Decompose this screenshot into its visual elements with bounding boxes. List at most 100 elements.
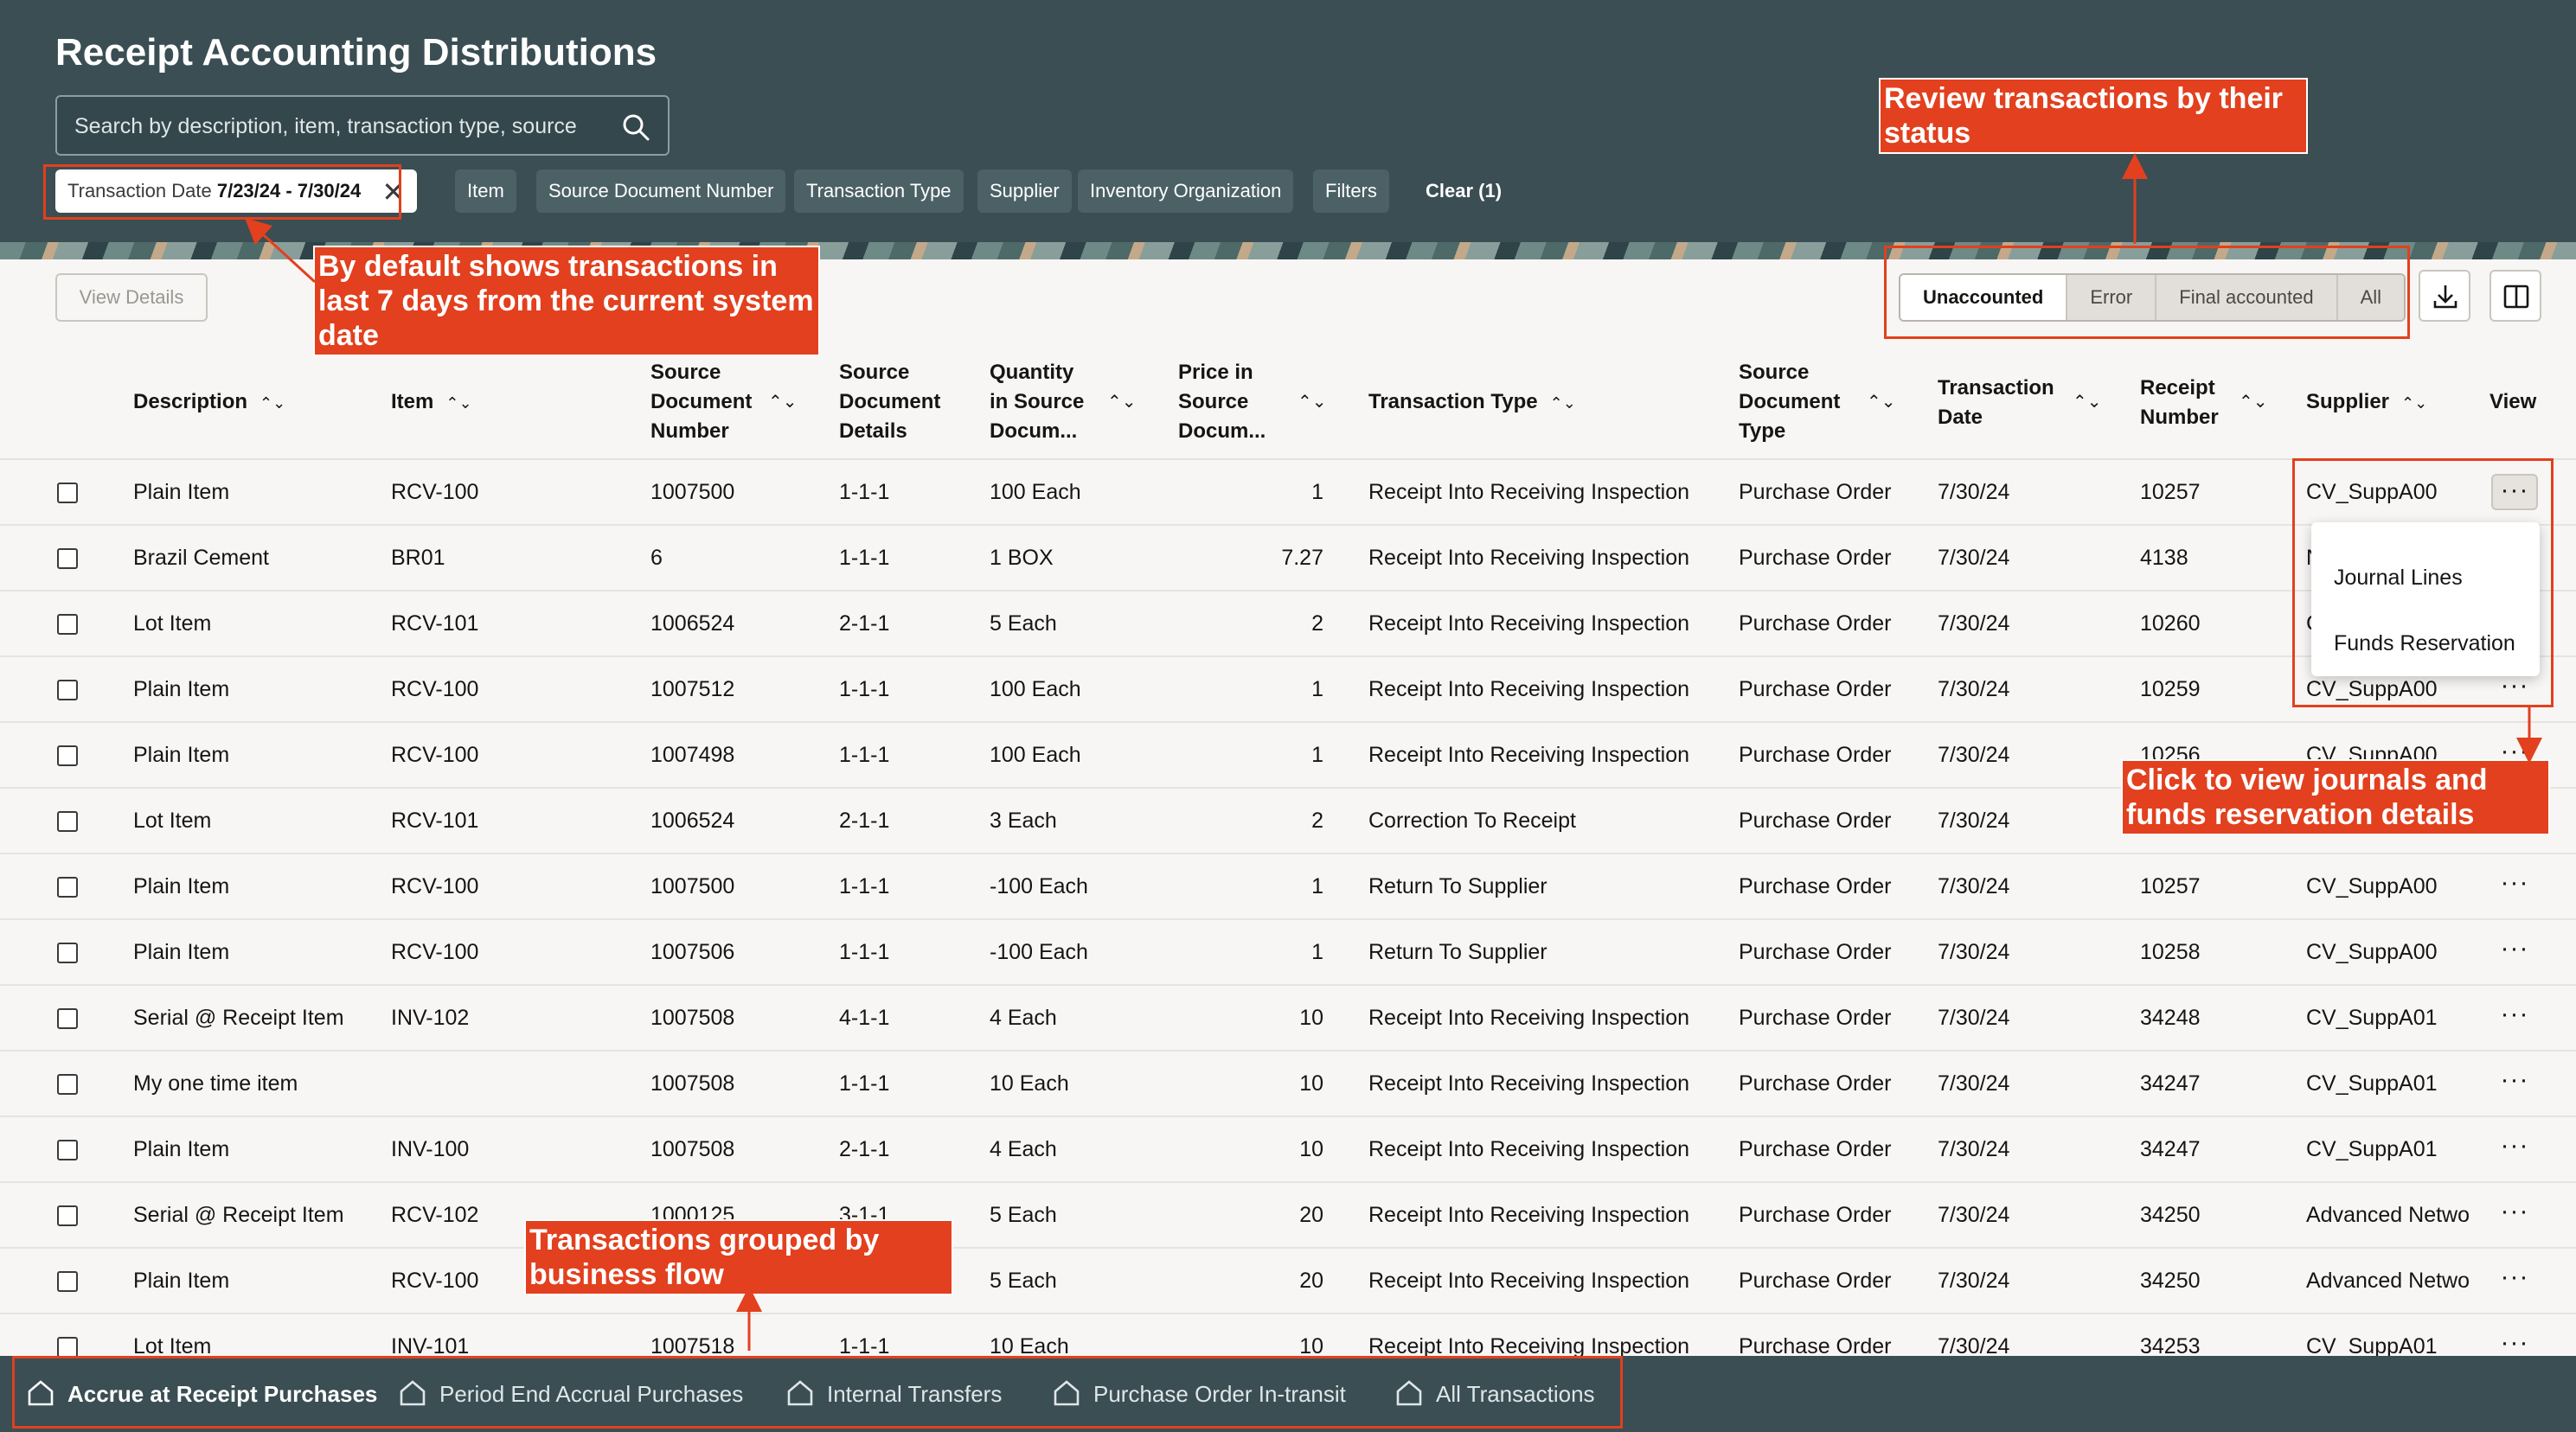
download-button[interactable]	[2419, 270, 2470, 322]
search-icon[interactable]	[621, 112, 650, 142]
columns-button[interactable]	[2489, 270, 2541, 322]
row-checkbox[interactable]	[57, 1337, 78, 1358]
cell-quantity: 100 Each	[990, 743, 1081, 767]
cell-quantity: 4 Each	[990, 1006, 1057, 1030]
cell-source-document-type: Purchase Order	[1739, 940, 1892, 964]
cell-transaction-date: 7/30/24	[1938, 874, 2010, 898]
cell-price: 1	[1311, 940, 1323, 964]
transaction-type-chip[interactable]: Transaction Type	[794, 169, 964, 213]
view-details-button[interactable]: View Details	[55, 273, 208, 322]
cell-description: Plain Item	[133, 743, 230, 767]
table-row[interactable]: Lot Item RCV-101 1006524 2-1-1 5 Each 2 Receip…	[0, 591, 2576, 657]
cell-description: Plain Item	[133, 480, 230, 504]
header-source-document-details[interactable]: Source Document Details	[839, 358, 940, 446]
header-quantity[interactable]: Quantity in Source Docum...	[990, 358, 1084, 446]
header-receipt-number[interactable]: Receipt Number	[2140, 374, 2219, 432]
cell-price: 10	[1299, 1071, 1323, 1096]
table-row[interactable]: My one time item 1007508 1-1-1 10 Each 10 Rec…	[0, 1052, 2576, 1117]
cell-description: Lot Item	[133, 611, 212, 636]
cell-source-document-type: Purchase Order	[1739, 1137, 1892, 1161]
more-actions-icon[interactable]: ···	[2491, 1197, 2538, 1233]
table-row[interactable]: Plain Item RCV-100 5 Each 20 Receipt Into Re…	[0, 1249, 2576, 1314]
table-row[interactable]: Brazil Cement BR01 6 1-1-1 1 BOX 7.27 Receipt …	[0, 526, 2576, 591]
table-row[interactable]: Serial @ Receipt Item INV-102 1007508 4-1-1…	[0, 986, 2576, 1052]
cell-description: Brazil Cement	[133, 546, 269, 570]
row-checkbox[interactable]	[57, 1074, 78, 1095]
search-input[interactable]: Search by description, item, transaction…	[55, 95, 670, 156]
cell-item: RCV-101	[391, 809, 479, 833]
header-price[interactable]: Price in Source Docum...	[1178, 358, 1266, 446]
more-actions-icon[interactable]: ···	[2491, 868, 2538, 905]
sort-icon[interactable]: ⌃⌄	[1867, 391, 1896, 412]
sort-icon[interactable]: ⌃⌄	[1550, 388, 1576, 418]
table-row[interactable]: Plain Item RCV-100 1007500 1-1-1 100 Each 1 Re…	[0, 460, 2576, 526]
cell-price: 1	[1311, 874, 1323, 898]
cell-source-document-type: Purchase Order	[1739, 677, 1892, 701]
cell-supplier: CV_SuppA00	[2306, 874, 2438, 898]
cell-receipt-number: 34250	[2140, 1203, 2201, 1227]
row-checkbox[interactable]	[57, 745, 78, 766]
sort-icon[interactable]: ⌃⌄	[445, 388, 471, 418]
header-source-document-type[interactable]: Source Document Type	[1739, 358, 1840, 446]
more-actions-icon[interactable]: ···	[2491, 1263, 2538, 1299]
header-item[interactable]: Item ⌃⌄	[391, 387, 472, 418]
sort-icon[interactable]: ⌃⌄	[1107, 391, 1137, 412]
cell-description: Serial @ Receipt Item	[133, 1203, 344, 1227]
row-checkbox[interactable]	[57, 1271, 78, 1292]
header-supplier[interactable]: Supplier ⌃⌄	[2306, 387, 2427, 418]
row-checkbox[interactable]	[57, 877, 78, 898]
row-checkbox[interactable]	[57, 1140, 78, 1160]
table-row[interactable]: Serial @ Receipt Item RCV-102 1000125 3-1-1…	[0, 1183, 2576, 1249]
cell-price: 1	[1311, 743, 1323, 767]
row-checkbox[interactable]	[57, 811, 78, 832]
sort-icon[interactable]: ⌃⌄	[1298, 391, 1327, 412]
cell-quantity: 5 Each	[990, 611, 1057, 636]
cell-description: Plain Item	[133, 940, 230, 964]
cell-transaction-date: 7/30/24	[1938, 809, 2010, 833]
cell-source-document-number: 6	[650, 546, 663, 570]
cell-quantity: 100 Each	[990, 677, 1081, 701]
cell-supplier: CV_SuppA01	[2306, 1006, 2438, 1030]
cell-source-document-details: 1-1-1	[839, 1071, 890, 1096]
table-row[interactable]: Plain Item RCV-100 1007506 1-1-1 -100 Each 1 R…	[0, 920, 2576, 986]
cell-quantity: 5 Each	[990, 1203, 1057, 1227]
source-document-number-chip[interactable]: Source Document Number	[536, 169, 786, 213]
table-row[interactable]: Plain Item RCV-100 1007500 1-1-1 -100 Each 1 R…	[0, 854, 2576, 920]
filters-chip[interactable]: Filters	[1313, 169, 1389, 213]
row-checkbox[interactable]	[57, 614, 78, 635]
sort-icon[interactable]: ⌃⌄	[2401, 388, 2427, 418]
table-row[interactable]: Plain Item INV-100 1007508 2-1-1 4 Each 10 Rec…	[0, 1117, 2576, 1183]
cell-source-document-number: 1006524	[650, 611, 735, 636]
sort-icon[interactable]: ⌃⌄	[260, 388, 285, 418]
cell-item: BR01	[391, 546, 445, 570]
inventory-organization-chip[interactable]: Inventory Organization	[1078, 169, 1294, 213]
sort-icon[interactable]: ⌃⌄	[2073, 391, 2102, 412]
cell-description: Lot Item	[133, 809, 212, 833]
more-actions-icon[interactable]: ···	[2491, 934, 2538, 970]
row-checkbox[interactable]	[57, 548, 78, 569]
more-actions-icon[interactable]: ···	[2491, 1065, 2538, 1102]
cell-quantity: 1 BOX	[990, 546, 1054, 570]
clear-filters-button[interactable]: Clear (1)	[1413, 169, 1514, 213]
supplier-chip[interactable]: Supplier	[977, 169, 1072, 213]
row-checkbox[interactable]	[57, 943, 78, 963]
cell-price: 1	[1311, 677, 1323, 701]
more-actions-icon[interactable]: ···	[2491, 1000, 2538, 1036]
header-transaction-type[interactable]: Transaction Type ⌃⌄	[1368, 387, 1576, 418]
sort-icon[interactable]: ⌃⌄	[768, 391, 798, 412]
table-row[interactable]: Plain Item RCV-100 1007512 1-1-1 100 Each 1 Re…	[0, 657, 2576, 723]
annotation-journals-label: Click to view journals and funds reserva…	[2121, 759, 2550, 835]
row-checkbox[interactable]	[57, 1008, 78, 1029]
header-source-document-number[interactable]: Source Document Number	[650, 358, 752, 446]
header-description[interactable]: Description ⌃⌄	[133, 387, 285, 418]
row-checkbox[interactable]	[57, 483, 78, 503]
item-filter-chip[interactable]: Item	[455, 169, 516, 213]
header-transaction-date[interactable]: Transaction Date	[1938, 374, 2054, 432]
cell-transaction-type: Receipt Into Receiving Inspection	[1368, 611, 1690, 636]
row-checkbox[interactable]	[57, 680, 78, 700]
more-actions-icon[interactable]: ···	[2491, 1131, 2538, 1167]
sort-icon[interactable]: ⌃⌄	[2239, 391, 2268, 412]
cell-item: INV-100	[391, 1137, 470, 1161]
row-checkbox[interactable]	[57, 1205, 78, 1226]
cell-transaction-date: 7/30/24	[1938, 611, 2010, 636]
